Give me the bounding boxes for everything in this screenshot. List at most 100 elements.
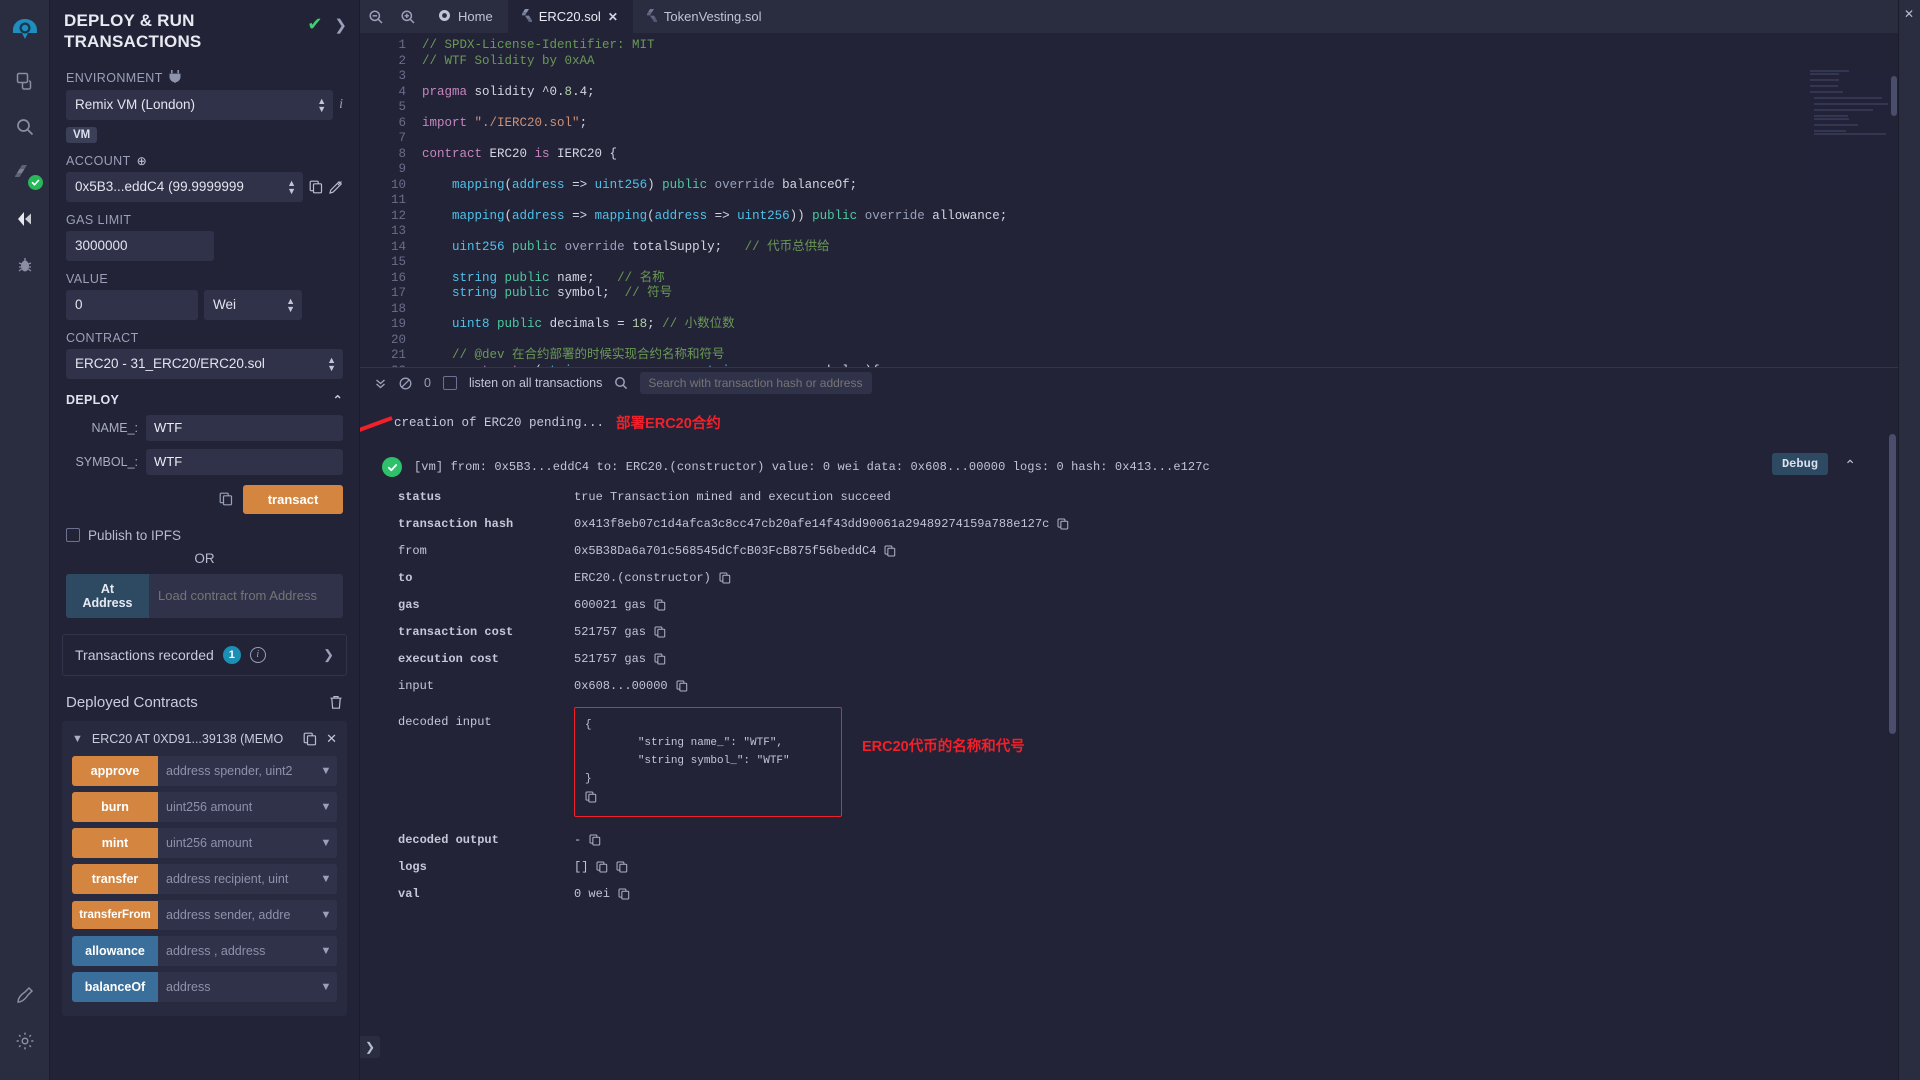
panel-collapse-icon[interactable]: ❯	[334, 16, 347, 34]
function-transferfrom-args[interactable]: address sender, addre	[158, 899, 315, 930]
at-address-button[interactable]: At Address	[66, 573, 149, 618]
edit-account-icon[interactable]	[329, 180, 343, 194]
deploy-param-name-input[interactable]	[146, 414, 343, 441]
chevron-down-icon[interactable]: ▼	[315, 935, 337, 966]
copy-icon[interactable]	[589, 834, 601, 846]
zoom-in-icon[interactable]	[392, 0, 424, 33]
remix-logo-icon[interactable]	[5, 6, 45, 58]
contract-select[interactable]: ERC20 - 31_ERC20/ERC20.sol ▲ ▼	[66, 348, 343, 379]
debugger-icon[interactable]	[5, 242, 45, 288]
search-icon[interactable]	[5, 104, 45, 150]
transactions-recorded-section[interactable]: Transactions recorded 1 i ❯	[62, 633, 347, 676]
add-account-icon[interactable]: ⊕	[137, 154, 147, 168]
transaction-summary-row[interactable]: [vm] from: 0x5B3...eddC4 to: ERC20.(cons…	[382, 453, 1898, 477]
function-transferfrom-button[interactable]: transferFrom	[72, 900, 158, 929]
copy-icon[interactable]	[719, 572, 731, 584]
gas-limit-input[interactable]	[66, 230, 214, 261]
copy-icon[interactable]	[654, 653, 666, 665]
debug-button[interactable]: Debug	[1771, 453, 1828, 475]
chevron-down-icon[interactable]: ▼	[315, 791, 337, 822]
terminal-output[interactable]: creation of ERC20 pending... 部署ERC20合约 […	[360, 398, 1898, 1080]
close-icon[interactable]: ✕	[608, 10, 618, 24]
function-transfer-button[interactable]: transfer	[72, 863, 158, 894]
chevron-down-icon[interactable]: ▼	[315, 827, 337, 858]
function-balanceof-button[interactable]: balanceOf	[72, 971, 158, 1002]
close-contract-icon[interactable]: ✕	[326, 731, 337, 747]
search-icon[interactable]	[614, 376, 628, 390]
transaction-search-input[interactable]	[640, 372, 873, 394]
chevron-down-icon[interactable]: ▼	[315, 971, 337, 1002]
detail-value: ERC20.(constructor)	[574, 571, 711, 585]
clear-console-icon[interactable]	[399, 377, 412, 390]
publish-ipfs-checkbox[interactable]	[66, 528, 80, 542]
chevron-right-icon[interactable]: ❯	[323, 647, 334, 663]
file-explorer-icon[interactable]	[5, 58, 45, 104]
function-allowance-args[interactable]: address , address	[158, 935, 315, 966]
solidity-compiler-icon[interactable]	[5, 150, 45, 196]
deployed-contract-header[interactable]: ▼ ERC20 AT 0XD91...39138 (MEMO ✕	[62, 721, 347, 756]
copy-icon[interactable]	[654, 626, 666, 638]
deploy-run-icon[interactable]	[5, 196, 45, 242]
copy-calldata-icon[interactable]	[219, 492, 233, 506]
function-mint-button[interactable]: mint	[72, 827, 158, 858]
chevron-up-icon[interactable]: ⌃	[1844, 457, 1856, 474]
copy-address-icon[interactable]	[303, 732, 317, 746]
info-icon[interactable]: i	[249, 646, 266, 663]
chevron-up-icon[interactable]: ⌃	[333, 393, 343, 407]
copy-icon[interactable]	[1057, 518, 1069, 530]
function-balanceof-args[interactable]: address	[158, 971, 315, 1002]
account-select[interactable]: 0x5B3...eddC4 (99.9999999 ▲ ▼	[66, 171, 303, 202]
environment-select[interactable]: Remix VM (London) ▲ ▼	[66, 89, 334, 120]
detail-row-execution-cost: execution cost 521757 gas	[382, 652, 1898, 666]
tab-home[interactable]: Home	[424, 0, 508, 33]
code-content[interactable]: // SPDX-License-Identifier: MIT// WTF So…	[416, 33, 1898, 367]
settings-gear-icon[interactable]	[5, 1018, 45, 1064]
copy-icon[interactable]	[884, 545, 896, 557]
trash-icon[interactable]	[329, 695, 343, 710]
code-editor[interactable]: 12345678910111213141516171819202122 // S…	[360, 33, 1898, 367]
environment-info-icon[interactable]: i	[339, 97, 343, 113]
tab-erc20-sol[interactable]: ERC20.sol ✕	[507, 0, 633, 33]
function-transfer-args[interactable]: address recipient, uint	[158, 863, 315, 894]
copy-icon[interactable]	[676, 680, 688, 692]
at-address-input[interactable]	[149, 573, 343, 618]
function-burn-button[interactable]: burn	[72, 791, 158, 822]
tab-tokenvesting-sol[interactable]: TokenVesting.sol	[633, 0, 777, 33]
function-burn-args[interactable]: uint256 amount	[158, 791, 315, 822]
publish-ipfs-row[interactable]: Publish to IPFS	[50, 528, 359, 543]
function-allowance-button[interactable]: allowance	[72, 935, 158, 966]
chevron-down-icon[interactable]: ▼	[72, 733, 83, 745]
terminal-toolbar: 0 listen on all transactions	[360, 368, 1898, 398]
detail-row-to: to ERC20.(constructor)	[382, 571, 1898, 585]
copy-icon[interactable]	[618, 888, 630, 900]
zoom-out-icon[interactable]	[360, 0, 392, 33]
close-icon[interactable]: ✕	[1904, 7, 1914, 21]
chevron-down-icon[interactable]: ▼	[315, 755, 337, 786]
copy-logs-icon[interactable]	[616, 861, 628, 873]
copy-icon[interactable]	[654, 599, 666, 611]
function-approve-button[interactable]: approve	[72, 755, 158, 786]
copy-icon[interactable]	[596, 861, 608, 873]
value-amount-input[interactable]	[66, 289, 198, 320]
detail-row-transaction-cost: transaction cost 521757 gas	[382, 625, 1898, 639]
chevron-down-icon[interactable]: ▼	[315, 863, 337, 894]
editor-vertical-scrollbar[interactable]	[1890, 66, 1898, 367]
scrollbar-thumb[interactable]	[1891, 76, 1897, 116]
editor-minimap[interactable]	[1806, 69, 1890, 191]
function-approve-args[interactable]: address spender, uint2	[158, 755, 315, 786]
deploy-section-header[interactable]: DEPLOY ⌃	[50, 393, 359, 407]
chevron-down-icon[interactable]: ▼	[315, 899, 337, 930]
detail-value: -	[574, 832, 582, 847]
listen-transactions-checkbox[interactable]	[442, 376, 457, 390]
terminal-scrollbar[interactable]	[1889, 434, 1896, 1070]
deploy-param-symbol-input[interactable]	[146, 448, 343, 475]
scrollbar-thumb[interactable]	[1889, 434, 1896, 734]
plugin-manager-icon[interactable]	[5, 972, 45, 1018]
function-mint-args[interactable]: uint256 amount	[158, 827, 315, 858]
copy-account-icon[interactable]	[309, 180, 323, 194]
transact-button[interactable]: transact	[243, 484, 343, 514]
copy-icon[interactable]	[585, 791, 597, 810]
expand-panel-icon[interactable]: ❯	[360, 1036, 380, 1058]
collapse-all-icon[interactable]	[374, 377, 387, 390]
value-unit-select[interactable]: Wei ▲ ▼	[204, 289, 302, 320]
